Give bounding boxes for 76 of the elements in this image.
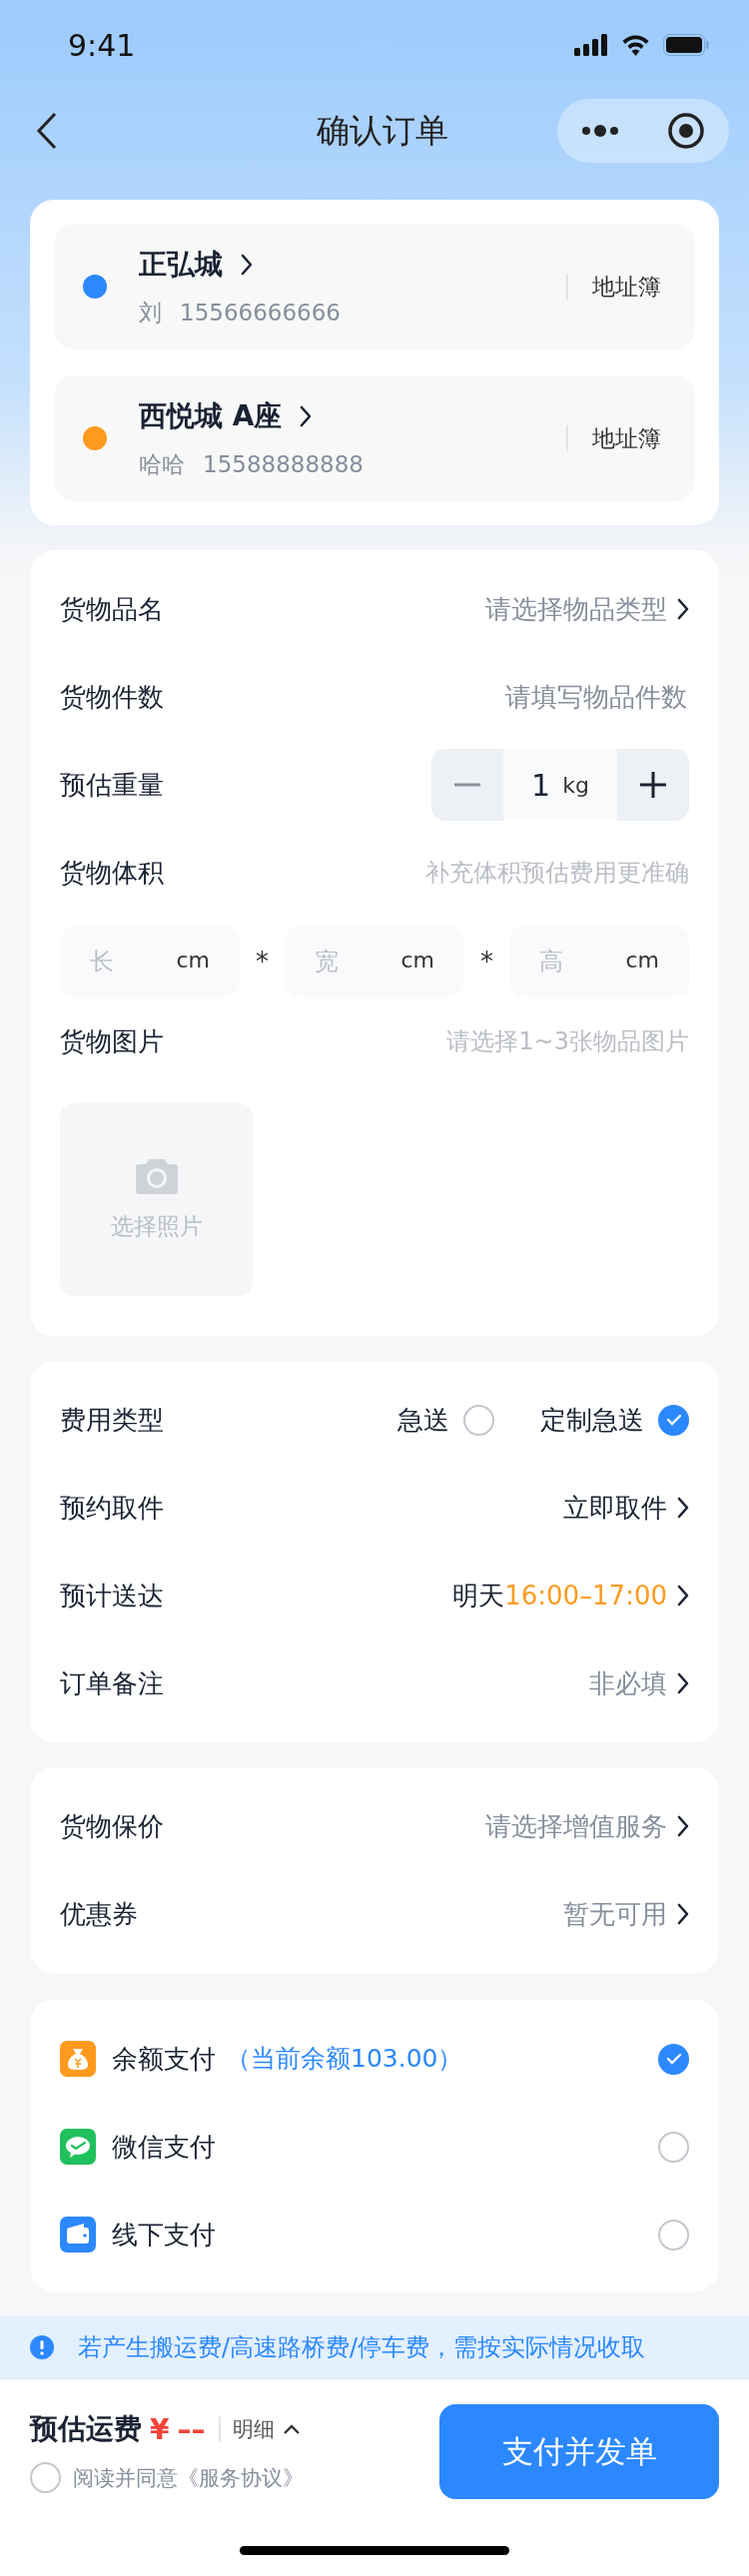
row-label: 货物保价 [60,1809,164,1843]
radio-circle[interactable] [658,1404,689,1436]
status-time: 9:41 [68,27,136,63]
chevron-right-icon [677,1672,689,1694]
radio-circle[interactable] [658,2043,689,2075]
unit-label: cm [176,948,210,972]
more-icon[interactable] [581,124,619,138]
detail-toggle[interactable]: 明细 [219,2416,302,2442]
chevron-right-icon [677,1585,689,1607]
wallet-icon [60,2217,96,2253]
unit-label: cm [400,948,434,972]
fee-option[interactable]: 急送 [397,1402,494,1438]
row-value[interactable]: 立即取件 [563,1490,667,1526]
address-book-link[interactable]: 地址簿 [566,274,661,300]
money-bag-icon [60,2041,96,2077]
radio-circle[interactable] [658,2131,689,2163]
radio-circle[interactable] [30,2462,61,2493]
back-icon[interactable] [36,112,58,150]
camera-icon [134,1157,179,1195]
currency-sign: ¥ [150,2412,170,2446]
page-title: 确认订单 [316,109,449,152]
row-hint: 补充体积预估费用更准确 [425,858,689,889]
chevron-right-icon [677,598,689,620]
contact-phone: 15566666666 [180,300,341,325]
upload-label: 选择照片 [110,1212,203,1241]
row-label: 预约取件 [60,1491,164,1525]
row-value[interactable]: 明天16:00–17:00 [452,1578,667,1613]
times-sign: * [480,947,493,976]
battery-icon [663,34,709,56]
chat-bubble-icon [60,2129,96,2165]
payment-label[interactable]: 微信支付 [112,2129,216,2165]
wifi-icon [620,34,651,56]
weight-value: 1 [531,767,551,803]
info-icon [30,2335,54,2359]
times-sign: * [256,947,269,976]
balance-note: （当前余额103.00） [226,2042,463,2075]
row-label: 货物体积 [60,856,164,890]
address-book-link[interactable]: 地址簿 [566,425,661,451]
minus-icon [454,783,480,787]
plus-icon [639,771,667,799]
payment-label[interactable]: 余额支付 [112,2041,216,2077]
fee-option[interactable]: 定制急送 [540,1402,689,1438]
unit-label: kg [562,772,589,798]
row-label: 预计送达 [60,1579,164,1612]
address-name: 西悦城 A座 [139,397,283,434]
fee-amount: –– [177,2412,206,2446]
chevron-right-icon [677,1903,689,1925]
row-label: 订单备注 [60,1666,164,1700]
contact-name: 哈哈 [139,449,185,479]
radio-circle[interactable] [658,2219,689,2251]
chevron-right-icon [241,253,253,276]
unit-label: cm [625,948,659,972]
contact-name: 刘 [139,298,162,327]
address-item[interactable]: 正弘城 刘 15566666666 地址簿 [54,224,695,349]
signal-icon [574,34,608,56]
radio-circle[interactable] [463,1404,494,1436]
row-hint: 请选择1~3张物品图片 [446,1026,689,1057]
chevron-right-icon [300,404,313,427]
row-label: 货物件数 [60,680,164,714]
row-label: 优惠券 [60,1897,138,1931]
target-icon[interactable] [667,112,705,150]
chevron-right-icon [677,1815,689,1837]
chevron-right-icon [677,1497,689,1519]
row-label: 货物品名 [60,592,164,626]
address-item[interactable]: 西悦城 A座 哈哈 15588888888 地址簿 [54,375,695,501]
fee-label: 预估运费 [30,2411,142,2447]
contact-phone: 15588888888 [203,451,364,477]
input-field[interactable]: 请填写物品件数 [429,681,689,713]
payment-label[interactable]: 线下支付 [112,2217,216,2253]
notice-text: 若产生搬运费/高速路桥费/停车费，需按实际情况收取 [78,2332,646,2363]
address-name: 正弘城 [139,246,223,283]
row-label: 货物图片 [60,1024,164,1058]
caret-up-icon [283,2423,302,2435]
row-label: 费用类型 [60,1403,164,1437]
row-label: 预估重量 [60,768,164,802]
plus-button[interactable] [617,749,689,821]
